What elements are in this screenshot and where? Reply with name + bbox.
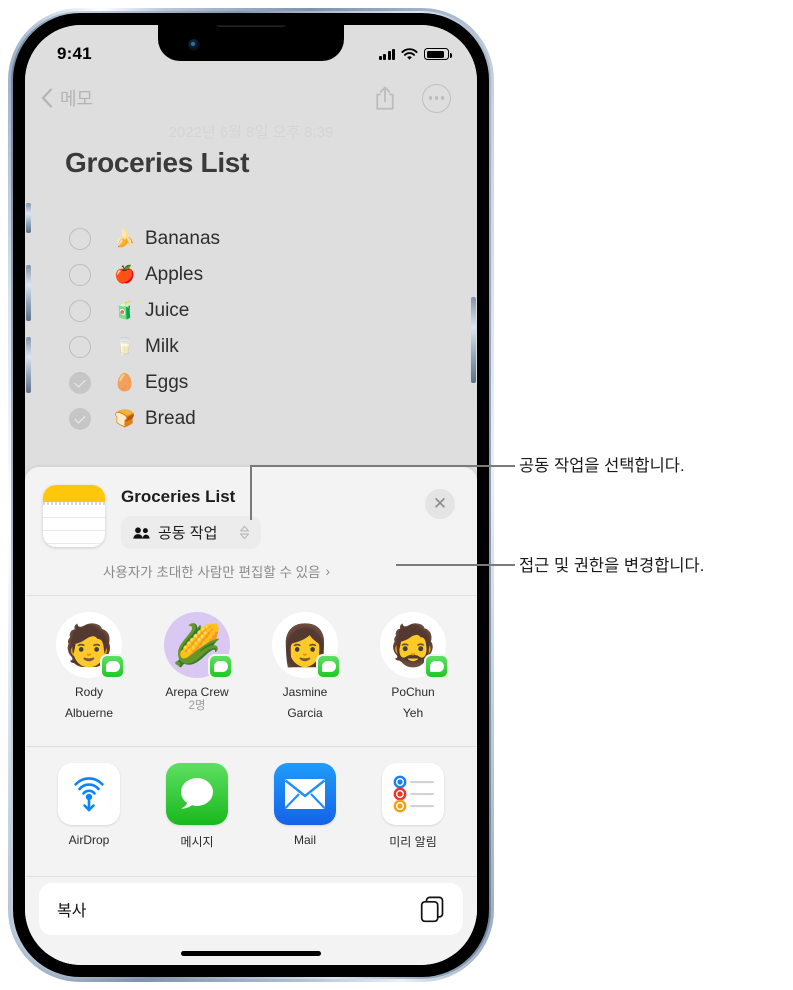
callout-leader-1-horizontal [250, 465, 515, 467]
two-people-icon [133, 526, 150, 539]
more-circle-icon[interactable] [422, 83, 451, 113]
checklist-item[interactable]: 🍞 Bread [69, 401, 447, 437]
status-time: 9:41 [57, 44, 92, 63]
power-button[interactable] [471, 297, 476, 383]
contact-share-target[interactable]: 🧑 Rody Albuerne [40, 612, 138, 720]
checklist-item[interactable]: 🧃 Juice [69, 293, 447, 329]
checklist-item[interactable]: 🥛 Milk [69, 329, 447, 365]
checklist-item-label: Eggs [145, 372, 189, 393]
checklist-item-emoji: 🥚 [114, 373, 136, 393]
app-name: Mail [293, 833, 316, 847]
home-indicator [181, 951, 321, 956]
checklist-checkbox[interactable] [69, 228, 91, 250]
messages-icon [166, 763, 228, 825]
callout-leader-2-horizontal [396, 564, 515, 566]
messages-badge-icon [208, 654, 233, 679]
airdrop-icon [58, 763, 120, 825]
divider [25, 876, 477, 877]
contacts-row: 🧑 Rody Albuerne 🌽 Arepa Crew 2명 👩 Jasmine Garcia… [25, 596, 477, 732]
chevron-left-icon [41, 88, 53, 108]
collaboration-mode-label: 공동 작업 [158, 525, 218, 542]
contact-name-line1: Jasmine [282, 685, 328, 699]
checklist-item-label: Milk [145, 336, 179, 357]
checklist-checkbox[interactable] [69, 300, 91, 322]
checklist: 🍌 Bananas 🍎 Apples 🧃 Juice 🥛 Milk 🥚 Eggs 🍞 Bread [69, 221, 447, 437]
contact-share-target[interactable]: 🌽 Arepa Crew 2명 [148, 612, 246, 720]
checklist-item-emoji: 🥛 [114, 337, 136, 357]
contact-name-line2: Albuerne [64, 706, 114, 720]
note-timestamp: 2022년 6월 8일 오후 8:39 [168, 124, 334, 141]
mail-icon [274, 763, 336, 825]
share-icon[interactable] [374, 85, 396, 111]
silent-switch[interactable] [26, 203, 31, 233]
device-notch [158, 25, 344, 61]
checklist-item-label: Bananas [145, 228, 221, 249]
app-name: 미리 알림 [389, 835, 437, 849]
earpiece-speaker [216, 25, 286, 27]
checklist-checkbox[interactable] [69, 372, 91, 394]
contact-sub-label: 2명 [188, 700, 206, 712]
messages-badge-icon [424, 654, 449, 679]
contact-share-target[interactable]: 👩 Jasmine Garcia [256, 612, 354, 720]
app-name: 메시지 [180, 835, 214, 849]
back-label: 메모 [60, 89, 94, 109]
chevron-right-icon: › [325, 563, 330, 579]
share-item-title: Groceries List [121, 487, 236, 506]
contact-share-target[interactable]: 🧔 PoChun Yeh [364, 612, 462, 720]
contact-name-line1: Rody [74, 685, 103, 699]
back-to-notes-button[interactable]: 메모 [41, 85, 93, 111]
checklist-item[interactable]: 🥚 Eggs [69, 365, 447, 401]
checklist-item[interactable]: 🍌 Bananas [69, 221, 447, 257]
front-camera-icon [188, 39, 200, 51]
checklist-item-emoji: 🍌 [114, 229, 136, 249]
checklist-item-label: Apples [145, 264, 204, 285]
permissions-label: 사용자가 초대한 사람만 편집할 수 있음 [103, 565, 321, 580]
app-share-target[interactable]: 미리 알림 [364, 763, 462, 850]
contact-name-line1: Arepa Crew [165, 685, 229, 699]
note-navigation-bar: 메모 [25, 77, 477, 119]
messages-badge-icon [100, 654, 125, 679]
contact-name-line2: Garcia [287, 706, 323, 720]
battery-icon [424, 48, 452, 60]
contact-name-line1: PoChun [391, 685, 435, 699]
checklist-checkbox[interactable] [69, 264, 91, 286]
wifi-icon [401, 47, 418, 60]
app-share-target[interactable]: Mail [256, 763, 354, 850]
checklist-checkbox[interactable] [69, 336, 91, 358]
close-icon[interactable]: ✕ [425, 489, 455, 519]
checklist-item-label: Juice [145, 300, 190, 321]
reminders-icon [382, 763, 444, 825]
copy-action-row[interactable]: 복사 [39, 883, 463, 935]
volume-up-button[interactable] [26, 265, 31, 321]
checklist-item-emoji: 🧃 [114, 301, 136, 321]
share-sheet: Groceries List 공동 작업 ✕ 사용자가 초대한 사람만 편집할 … [25, 467, 477, 965]
app-name: AirDrop [68, 833, 110, 847]
note-title: Groceries List [65, 147, 250, 178]
app-share-target[interactable]: 메시지 [148, 763, 246, 850]
checklist-checkbox[interactable] [69, 408, 91, 430]
collaboration-mode-dropdown[interactable]: 공동 작업 [121, 516, 262, 549]
checklist-item-emoji: 🍎 [114, 265, 136, 285]
contact-name-line2: Yeh [402, 706, 424, 720]
callout-text-1: 공동 작업을 선택합니다. [519, 457, 685, 475]
app-share-target[interactable]: AirDrop [40, 763, 138, 850]
messages-badge-icon [316, 654, 341, 679]
up-down-chevron-icon [239, 525, 250, 540]
checklist-item[interactable]: 🍎 Apples [69, 257, 447, 293]
cellular-bars-icon [378, 48, 395, 60]
notes-app-icon [43, 485, 105, 547]
callout-leader-1-vertical [250, 465, 252, 520]
screenshot-root: 9:41 메모 2022년 6월 8일 오후 8:39 Groceries Li… [0, 0, 793, 990]
copy-label: 복사 [57, 903, 87, 920]
checklist-item-label: Bread [145, 408, 196, 429]
apps-row: AirDrop 메시지 Mail 미리 알림 [25, 747, 477, 862]
callout-text-2: 접근 및 권한을 변경합니다. [519, 557, 705, 575]
copy-icon [420, 896, 444, 922]
checklist-item-emoji: 🍞 [114, 409, 136, 429]
volume-down-button[interactable] [26, 337, 31, 393]
